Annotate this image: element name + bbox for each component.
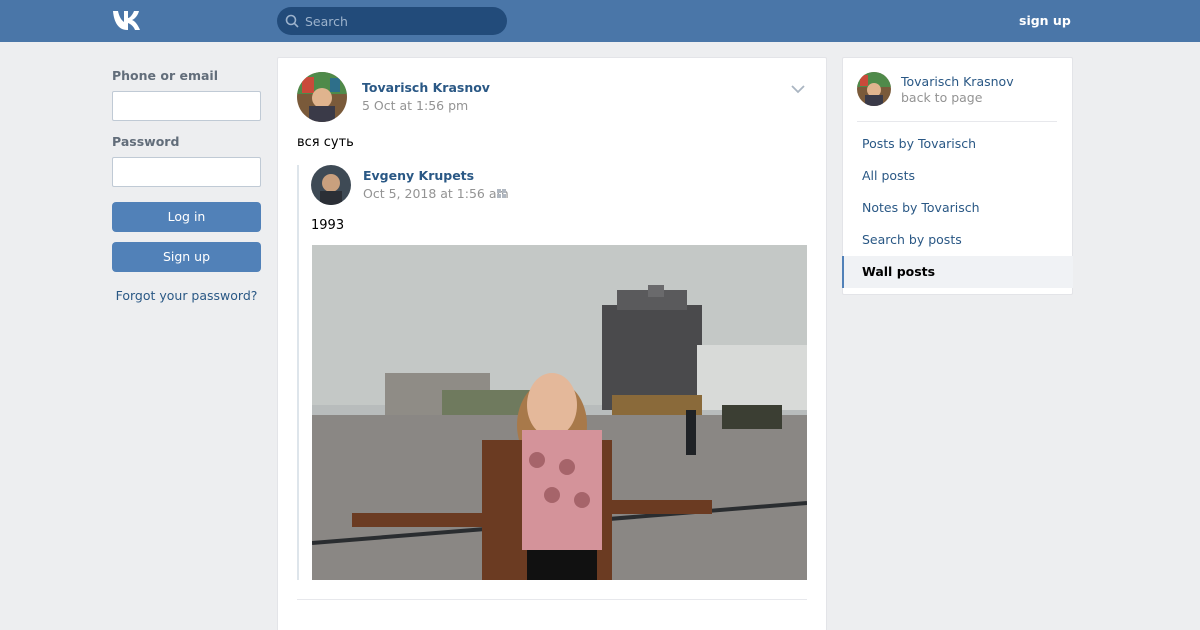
signup-button[interactable]: Sign up (112, 242, 261, 272)
forgot-password-link[interactable]: Forgot your password? (112, 288, 261, 303)
back-to-page-link[interactable]: back to page (901, 90, 982, 105)
post-divider (297, 599, 807, 600)
search-input[interactable]: Search (277, 7, 507, 35)
post-author-name[interactable]: Tovarisch Krasnov (362, 80, 490, 95)
password-label: Password (112, 134, 180, 149)
phone-label: Phone or email (112, 68, 218, 83)
phone-email-field[interactable] (112, 91, 261, 121)
sidebar-item-notes[interactable]: Notes by Tovarisch (862, 200, 980, 215)
vk-logo-icon[interactable] (111, 9, 145, 31)
search-icon (285, 14, 299, 28)
password-field[interactable] (112, 157, 261, 187)
search-placeholder: Search (305, 14, 348, 29)
repost-author-name[interactable]: Evgeny Krupets (363, 168, 474, 183)
login-button[interactable]: Log in (112, 202, 261, 232)
repost-author-avatar[interactable] (311, 165, 351, 205)
post-photo[interactable] (312, 245, 807, 580)
sidebar-item-search-posts[interactable]: Search by posts (862, 232, 962, 247)
signup-link[interactable]: sign up (1019, 13, 1071, 28)
top-header: Search sign up (0, 0, 1200, 42)
sidebar-item-wall-posts[interactable]: Wall posts (862, 264, 935, 279)
post-text: вся суть (297, 135, 354, 150)
sidebar-item-all-posts[interactable]: All posts (862, 168, 915, 183)
windows-icon (497, 189, 506, 198)
sidebar-profile-name[interactable]: Tovarisch Krasnov (901, 74, 1014, 89)
post-date[interactable]: 5 Oct at 1:56 pm (362, 98, 468, 113)
post-author-avatar[interactable] (297, 72, 347, 122)
sidebar-profile-avatar[interactable] (857, 72, 891, 106)
chevron-down-icon[interactable] (790, 84, 806, 94)
sidebar-item-posts-by[interactable]: Posts by Tovarisch (862, 136, 976, 151)
repost-date[interactable]: Oct 5, 2018 at 1:56 am (363, 186, 509, 201)
sidebar-divider (857, 121, 1057, 122)
repost-text: 1993 (311, 218, 345, 233)
repost-border (297, 165, 299, 580)
